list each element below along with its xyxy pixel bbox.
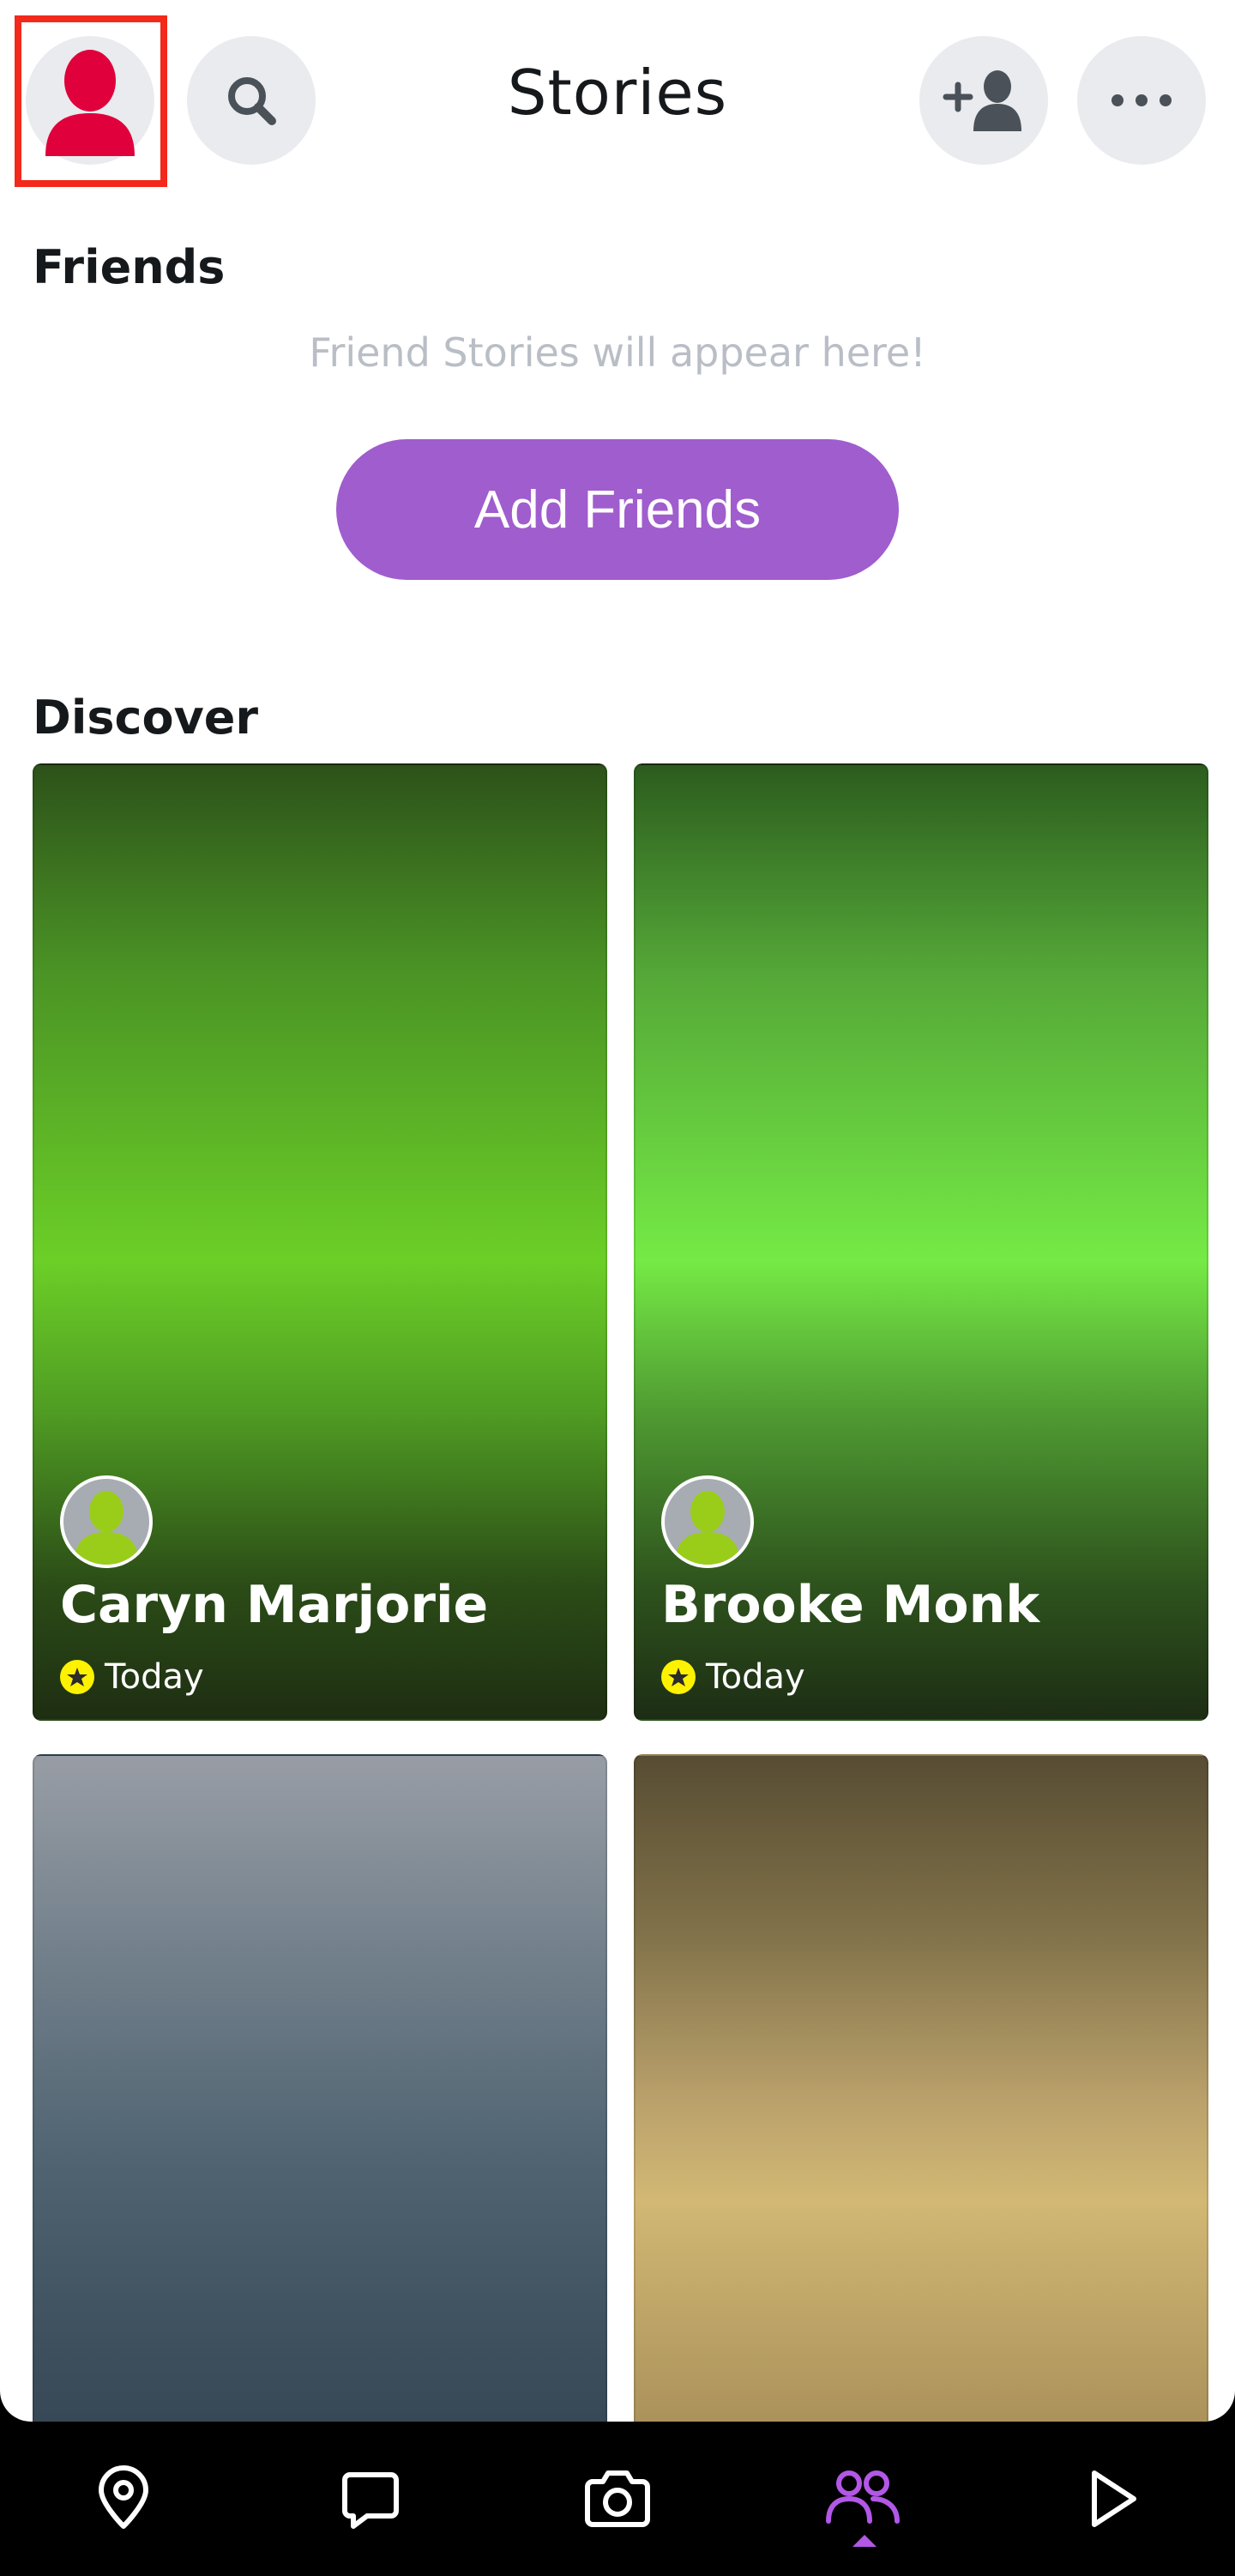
story-time: Today [105,1657,204,1697]
discover-story-card[interactable] [33,1754,607,2422]
header: Stories [0,0,1235,206]
star-badge-icon [661,1660,696,1694]
nav-camera-button[interactable] [540,2422,695,2576]
map-pin-icon [99,2465,148,2529]
add-friend-button[interactable] [919,36,1048,165]
nav-map-button[interactable] [46,2422,201,2576]
camera-icon [585,2470,650,2527]
discover-story-card[interactable]: Caryn Marjorie Today [33,763,607,1721]
stories-icon [826,2470,900,2524]
add-friend-icon [943,70,1021,131]
add-friends-button[interactable]: Add Friends [336,439,899,580]
creator-name: Brooke Monk [661,1575,1040,1635]
active-tab-indicator [852,2535,877,2547]
discover-story-card[interactable]: Brooke Monk Today [634,763,1208,1721]
discover-section-title: Discover [33,691,259,745]
spotlight-play-icon [1092,2470,1136,2527]
creator-avatar-icon [675,1491,740,1565]
chat-icon [342,2472,399,2529]
more-button[interactable] [1077,36,1206,165]
creator-name: Caryn Marjorie [60,1575,489,1635]
story-meta: Today [60,1657,204,1697]
bottom-navigation [0,2422,1235,2576]
search-icon [228,77,276,125]
page-title: Stories [507,57,728,129]
nav-chat-button[interactable] [293,2422,448,2576]
search-button[interactable] [187,36,316,165]
stories-screen: Stories Friends Friend Stories will appe… [0,0,1235,2422]
profile-highlight-box [15,15,167,187]
star-badge-icon [60,1660,94,1694]
creator-avatar [661,1475,754,1568]
story-meta: Today [661,1657,805,1697]
nav-stories-button[interactable] [786,2422,940,2576]
creator-avatar [60,1475,153,1568]
friends-section-title: Friends [33,240,226,294]
creator-avatar-icon [74,1491,139,1565]
more-icon [1112,94,1172,106]
nav-spotlight-button[interactable] [1034,2422,1189,2576]
discover-story-card[interactable] [634,1754,1208,2422]
friends-empty-message: Friend Stories will appear here! [309,329,926,376]
story-time: Today [706,1657,805,1697]
